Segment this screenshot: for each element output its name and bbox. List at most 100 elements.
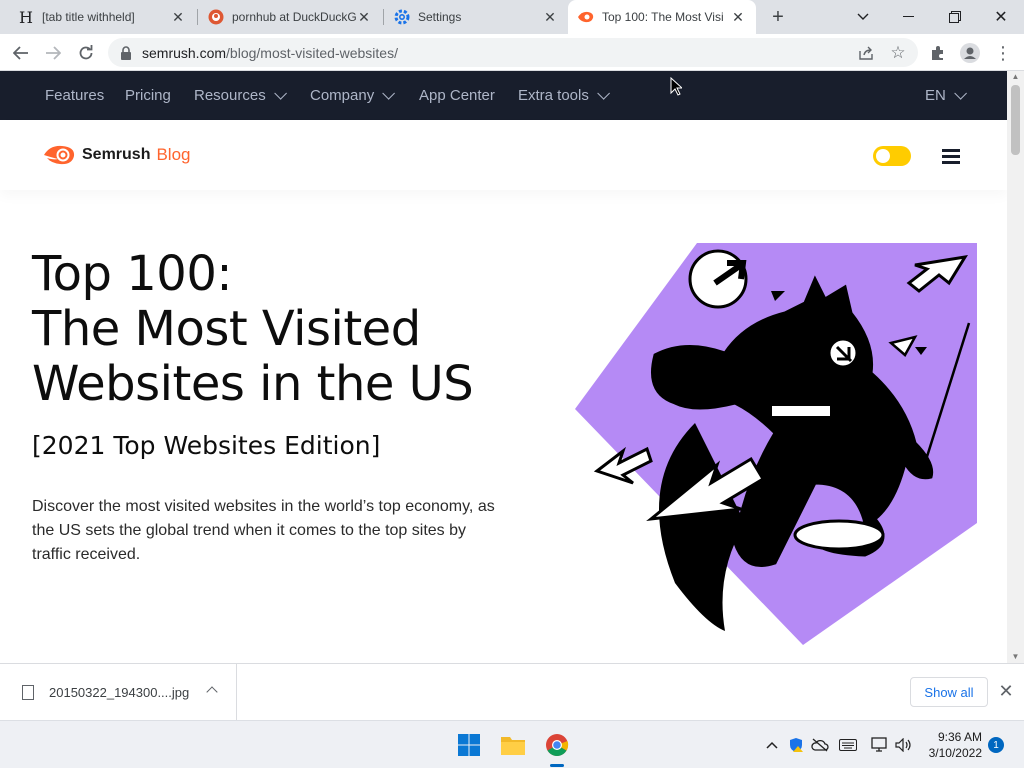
- onedrive-cloud-icon[interactable]: [810, 735, 830, 755]
- scroll-down-arrow[interactable]: ▼: [1007, 651, 1024, 663]
- profile-avatar-icon[interactable]: [959, 42, 981, 64]
- download-item[interactable]: 20150322_194300....jpg: [0, 664, 237, 720]
- nav-extra-tools[interactable]: Extra tools: [518, 71, 610, 120]
- extensions-puzzle-icon[interactable]: [927, 42, 949, 64]
- chrome-icon: [546, 734, 569, 756]
- page-subtitle: [2021 Top Websites Edition]: [32, 431, 381, 460]
- restore-button[interactable]: [932, 0, 978, 34]
- nav-label: Extra tools: [518, 87, 589, 104]
- scroll-up-arrow[interactable]: ▲: [1007, 71, 1024, 83]
- nav-label: Resources: [194, 87, 266, 104]
- address-bar[interactable]: semrush.com/blog/most-visited-websites/: [108, 38, 918, 67]
- url-domain: semrush.com: [142, 44, 227, 61]
- page-title: Top 100: The Most Visited Websites in th…: [32, 247, 552, 412]
- scrollbar-thumb[interactable]: [1011, 85, 1020, 155]
- theme-toggle[interactable]: [873, 146, 911, 166]
- show-all-button[interactable]: Show all: [910, 677, 988, 707]
- h-letter-icon: H: [19, 7, 33, 27]
- hamburger-menu-icon[interactable]: [942, 149, 960, 164]
- start-button[interactable]: [454, 730, 484, 760]
- duckduckgo-icon: [208, 9, 224, 25]
- reload-button[interactable]: [73, 40, 99, 66]
- nav-label: Company: [310, 87, 375, 104]
- title-line: Top 100:: [32, 246, 233, 302]
- title-line: Websites in the US: [32, 356, 474, 412]
- close-window-button[interactable]: ✕: [978, 0, 1024, 34]
- semrush-fireball-icon: [44, 145, 75, 165]
- toggle-knob: [876, 149, 890, 163]
- chevron-up-icon[interactable]: [206, 686, 218, 698]
- tab-withheld-title[interactable]: H [tab title withheld] ✕: [8, 0, 196, 34]
- semrush-icon: [578, 9, 594, 25]
- tab-strip: H [tab title withheld] ✕ pornhub at Duck…: [0, 0, 1024, 34]
- article-intro: Discover the most visited websites in th…: [32, 498, 495, 563]
- nav-label: Pricing: [125, 87, 171, 104]
- tab-settings[interactable]: Settings ✕: [384, 0, 568, 34]
- notification-badge[interactable]: 1: [988, 737, 1004, 753]
- mouse-cursor-icon: [670, 77, 682, 96]
- back-button[interactable]: [8, 40, 34, 66]
- chevron-down-icon: [954, 87, 967, 100]
- minimize-button[interactable]: [886, 0, 932, 34]
- tab-title: Top 100: The Most Visi: [602, 10, 724, 24]
- clock-time: 9:36 AM: [937, 730, 982, 744]
- page-viewport: Features Pricing Resources Company App C…: [0, 71, 1007, 663]
- nav-label: App Center: [419, 87, 495, 104]
- close-tab-icon[interactable]: ✕: [542, 9, 558, 26]
- taskbar-clock[interactable]: 9:36 AM 3/10/2022: [920, 729, 982, 761]
- url-path: /blog/most-visited-websites/: [226, 44, 398, 61]
- brand-name: Semrush: [82, 146, 151, 163]
- new-tab-button[interactable]: +: [766, 5, 790, 29]
- chevron-down-icon: [382, 87, 396, 100]
- semrush-top-nav: Features Pricing Resources Company App C…: [0, 71, 1007, 120]
- forward-button[interactable]: [40, 40, 66, 66]
- share-icon[interactable]: [855, 42, 877, 64]
- network-monitor-icon[interactable]: [870, 735, 890, 755]
- nav-app-center[interactable]: App Center: [419, 71, 495, 120]
- browser-toolbar: semrush.com/blog/most-visited-websites/ …: [0, 34, 1024, 71]
- tab-title: [tab title withheld]: [42, 10, 135, 24]
- language-selector[interactable]: EN: [925, 71, 967, 120]
- folder-icon: [501, 737, 525, 755]
- download-shelf: 20150322_194300....jpg Show all ✕: [0, 663, 1024, 720]
- blog-label: Blog: [156, 145, 191, 164]
- nav-company[interactable]: Company: [310, 71, 396, 120]
- tab-search-icon[interactable]: [840, 0, 886, 34]
- nav-label: Features: [45, 87, 105, 104]
- volume-icon[interactable]: [894, 735, 914, 755]
- page-scrollbar[interactable]: ▲ ▼: [1007, 71, 1024, 663]
- blog-header: Semrush Blog: [0, 120, 1007, 190]
- close-shelf-icon[interactable]: ✕: [996, 681, 1016, 701]
- nav-features[interactable]: Features: [45, 71, 104, 120]
- active-app-indicator: [550, 764, 564, 767]
- windows-taskbar: 9:36 AM 3/10/2022 1: [0, 720, 1024, 768]
- tray-overflow-chevron-icon[interactable]: [762, 735, 782, 755]
- gear-icon: [394, 9, 410, 25]
- chevron-down-icon: [597, 87, 610, 100]
- bookmark-star-icon[interactable]: ☆: [887, 42, 909, 64]
- title-line: The Most Visited: [32, 301, 421, 357]
- nav-resources[interactable]: Resources: [194, 71, 287, 120]
- nav-pricing[interactable]: Pricing: [125, 71, 171, 120]
- tab-title: Settings: [418, 10, 462, 24]
- close-tab-icon[interactable]: ✕: [730, 9, 746, 26]
- tab-semrush-blog[interactable]: Top 100: The Most Visi ✕: [568, 0, 756, 34]
- file-explorer-button[interactable]: [498, 730, 528, 760]
- chrome-taskbar-button[interactable]: [542, 730, 572, 760]
- tab-title: pornhub at DuckDuckG: [232, 10, 356, 24]
- download-filename: 20150322_194300....jpg: [49, 684, 190, 700]
- chevron-down-icon: [273, 87, 287, 100]
- semrush-blog-logo[interactable]: Semrush Blog: [44, 144, 191, 166]
- keyboard-icon[interactable]: [838, 735, 858, 755]
- image-file-icon: [22, 684, 34, 700]
- security-shield-icon[interactable]: [786, 735, 806, 755]
- kebab-menu-icon[interactable]: ⋮: [992, 42, 1014, 64]
- windows-logo-icon: [458, 734, 480, 756]
- close-tab-icon[interactable]: ✕: [170, 9, 186, 26]
- hero-illustration: [575, 243, 977, 645]
- tab-duckduckgo[interactable]: pornhub at DuckDuckG ✕: [198, 0, 382, 34]
- lock-icon: [121, 45, 131, 60]
- clock-date: 3/10/2022: [928, 746, 982, 760]
- language-label: EN: [925, 87, 946, 104]
- close-tab-icon[interactable]: ✕: [356, 9, 372, 26]
